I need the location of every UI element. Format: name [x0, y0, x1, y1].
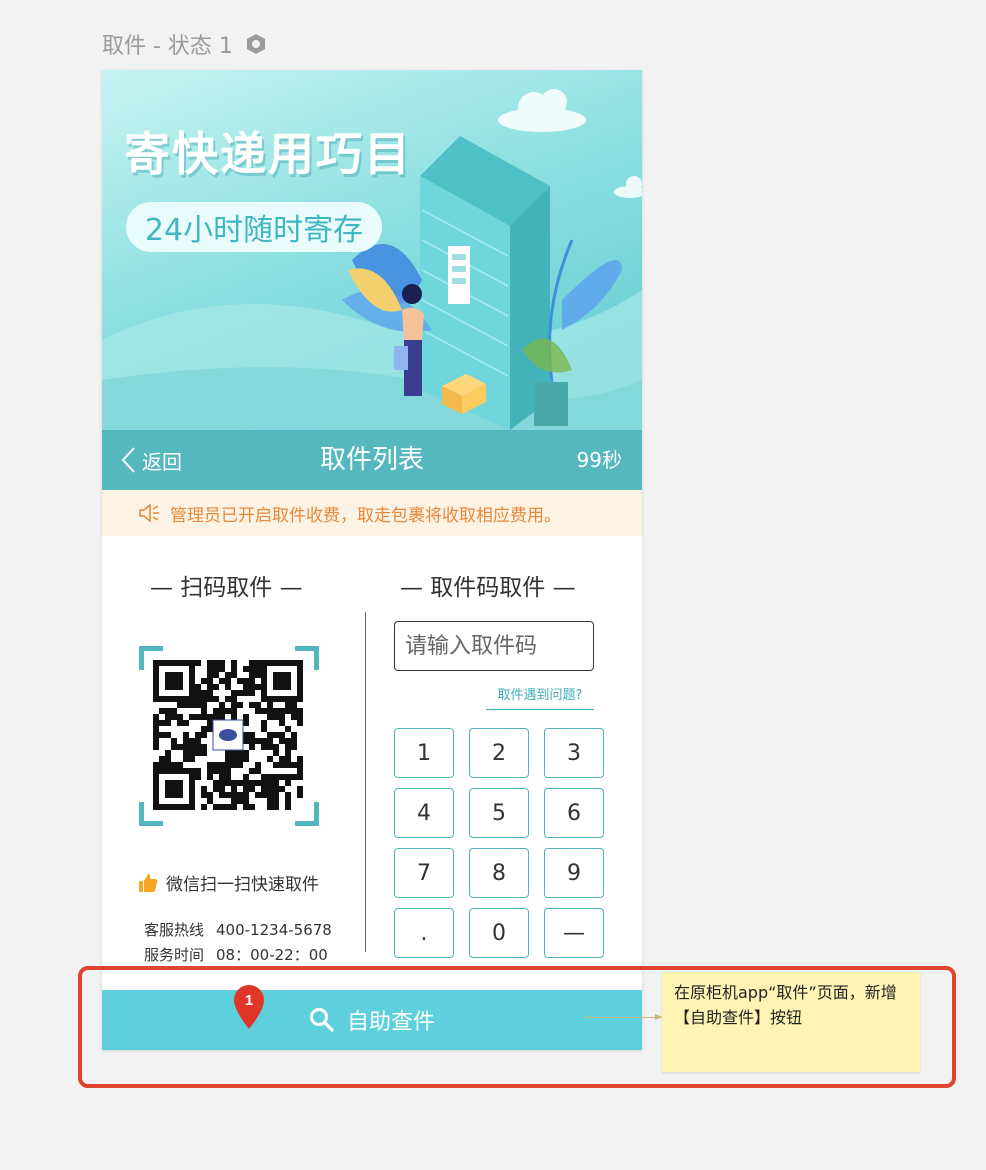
notice-text: 管理员已开启取件收费，取走包裹将收取相应费用。 [170, 505, 561, 526]
phone-screen: 寄快递用巧目 24小时随时寄存 返回 取件列表 99秒 管理员已开启取件收费，取… [102, 70, 642, 1050]
keypad-key[interactable]: 5 [469, 788, 529, 838]
code-section-title: — 取件码取件 — [400, 575, 576, 601]
annotation-note: 在原柜机app“取件”页面，新增【自助查件】按钮 [662, 972, 920, 1072]
section-divider [365, 612, 366, 952]
countdown-timer: 99秒 [576, 448, 622, 472]
scan-section-title: — 扫码取件 — [150, 575, 303, 601]
keypad-key[interactable]: 7 [394, 848, 454, 898]
keypad-key[interactable]: 0 [469, 908, 529, 958]
qr-code [139, 646, 319, 826]
nav-title: 取件列表 [319, 445, 424, 475]
marker-number: 1 [245, 992, 253, 1009]
page-label: 取件 - 状态 1 [102, 28, 267, 60]
hours-label: 服务时间 [144, 946, 205, 964]
keypad-key[interactable]: 6 [544, 788, 604, 838]
keypad-key[interactable]: 2 [469, 728, 529, 778]
nav-bar: 返回 取件列表 99秒 [102, 430, 642, 490]
page-label-text: 取件 - 状态 1 [102, 34, 233, 59]
keypad-key[interactable]: — [544, 908, 604, 958]
keypad-key[interactable]: . [394, 908, 454, 958]
annotation-connector [584, 1014, 662, 1020]
wechat-hint-text: 微信扫一扫快速取件 [166, 875, 319, 895]
thumbs-up-icon [139, 873, 158, 892]
annotation-marker-icon[interactable]: 1 [232, 984, 266, 1030]
keypad-key[interactable]: 4 [394, 788, 454, 838]
speaker-icon [139, 503, 159, 523]
keypad-key[interactable]: 1 [394, 728, 454, 778]
help-link[interactable]: 取件遇到问题? [486, 684, 594, 710]
cloud-icon [498, 89, 586, 132]
banner-subtitle: 24小时随时寄存 [126, 202, 382, 252]
pickup-code-input[interactable] [394, 621, 594, 671]
keypad-key[interactable]: 8 [469, 848, 529, 898]
hexagon-settings-icon[interactable] [245, 33, 267, 55]
hours-value: 08：00-22：00 [216, 946, 328, 964]
banner-title: 寄快递用巧目 [124, 127, 412, 181]
keypad-key[interactable]: 9 [544, 848, 604, 898]
keypad-key[interactable]: 3 [544, 728, 604, 778]
hotline-value: 400-1234-5678 [216, 921, 332, 939]
banner: 寄快递用巧目 24小时随时寄存 [102, 70, 642, 430]
hotline-label: 客服热线 [144, 921, 205, 939]
fee-notice: 管理员已开启取件收费，取走包裹将收取相应费用。 [102, 490, 642, 536]
wechat-hint: 微信扫一扫快速取件 [138, 870, 319, 895]
service-info: 客服热线 400-1234-5678 服务时间 08：00-22：00 [144, 918, 332, 968]
qr-pattern [153, 660, 303, 810]
